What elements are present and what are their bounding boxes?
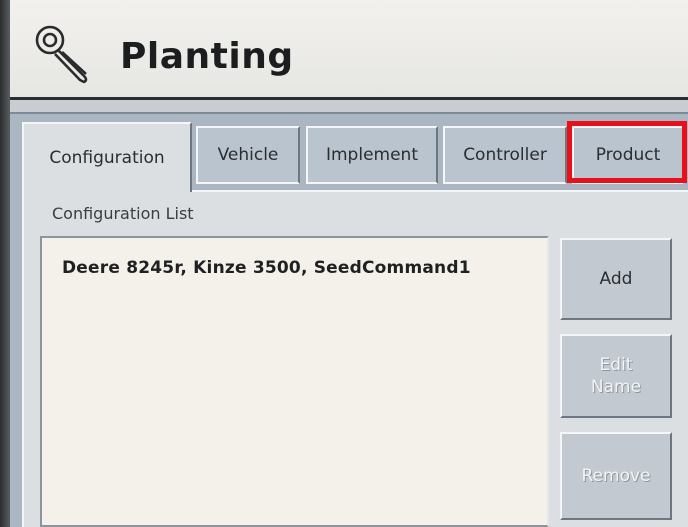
page-title: Planting xyxy=(120,36,294,77)
display-bezel xyxy=(0,0,10,527)
product-tab-highlight xyxy=(567,121,687,183)
list-item[interactable]: Deere 8245r, Kinze 3500, SeedCommand1 xyxy=(62,258,471,278)
remove-button[interactable]: Remove xyxy=(560,432,672,520)
tab-vehicle[interactable]: Vehicle xyxy=(196,126,300,184)
edit-name-button[interactable]: Edit Name xyxy=(560,334,672,418)
add-button[interactable]: Add xyxy=(560,238,672,320)
tab-controller[interactable]: Controller xyxy=(443,126,567,184)
wrench-icon xyxy=(35,25,88,84)
planting-screen: Planting Configuration Vehicle Implement… xyxy=(0,0,688,527)
configuration-list-label: Configuration List xyxy=(52,204,194,223)
app-header: Planting xyxy=(10,0,688,100)
configuration-list[interactable]: Deere 8245r, Kinze 3500, SeedCommand1 xyxy=(40,236,549,527)
tab-configuration[interactable]: Configuration xyxy=(22,122,192,192)
tab-implement[interactable]: Implement xyxy=(306,126,438,184)
